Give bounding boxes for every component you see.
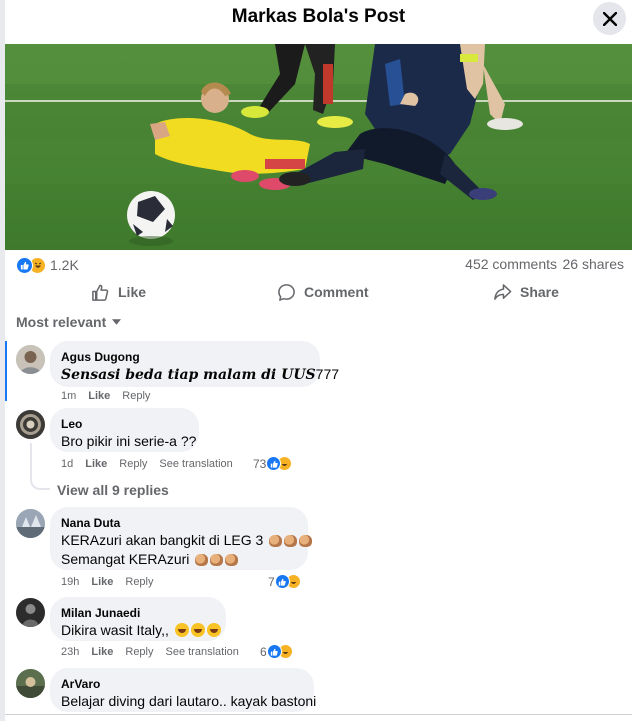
share-arrow-icon: [494, 283, 512, 300]
praying-hands-emoji: [210, 554, 224, 566]
reaction-count: 1.2K: [50, 257, 79, 273]
comment-reactions[interactable]: 6: [260, 644, 293, 659]
comment-text: KERAzuri akan bangkit di LEG 3: [61, 532, 264, 548]
share-label: Share: [520, 284, 559, 300]
comment-reply-button[interactable]: Reply: [122, 390, 150, 402]
comment-meta: 1d Like Reply See translation: [61, 456, 233, 472]
share-button[interactable]: Share: [493, 280, 559, 304]
new-comment-indicator: [5, 341, 7, 401]
comment-time[interactable]: 1m: [61, 390, 76, 402]
praying-hands-emoji: [269, 535, 283, 547]
comment-reply-button[interactable]: Reply: [125, 576, 153, 588]
avatar[interactable]: [16, 598, 45, 627]
rofl-emoji: [174, 623, 189, 637]
praying-hands-emoji: [284, 535, 298, 547]
comment-bubble: Leo Bro pikir ini serie-a ??: [50, 408, 199, 452]
post-video[interactable]: [5, 44, 632, 250]
comment-text-line-1: KERAzuri akan bangkit di LEG 3: [61, 531, 313, 550]
avatar[interactable]: [16, 345, 45, 374]
close-button[interactable]: [593, 2, 626, 35]
comment-like-button[interactable]: Like: [91, 576, 113, 588]
post-modal: Markas Bola's Post 1.2K 452 comments 26 …: [0, 0, 632, 721]
praying-hands-emoji: [195, 554, 209, 566]
view-replies-link[interactable]: View all 9 replies: [57, 482, 169, 498]
like-reaction-icon: [274, 574, 290, 589]
comment-text: Dikira wasit Italy,,: [61, 622, 169, 638]
comment-bubble: Milan Junaedi Dikira wasit Italy,,: [50, 597, 226, 641]
comment-author[interactable]: Agus Dugong: [61, 349, 308, 365]
comment-bubble: Nana Duta KERAzuri akan bangkit di LEG 3…: [50, 507, 313, 570]
comment-author[interactable]: Leo: [61, 416, 187, 432]
composer-divider: [5, 714, 632, 715]
like-reaction-icon: [16, 256, 33, 274]
see-translation-link[interactable]: See translation: [166, 646, 239, 658]
comment-author[interactable]: Milan Junaedi: [61, 605, 214, 621]
comment-reply-button[interactable]: Reply: [119, 458, 147, 470]
comment-text-line: Dikira wasit Italy,,: [61, 621, 221, 640]
post-title: Markas Bola's Post: [231, 6, 406, 27]
comment-text: Sensasi beda tiap malam di UUS777: [61, 365, 339, 385]
comment-reactions[interactable]: 7: [268, 574, 301, 589]
like-button[interactable]: Like: [91, 280, 146, 304]
comments-count-link[interactable]: 452 comments: [465, 256, 557, 272]
thread-line: [30, 443, 32, 478]
like-label: Like: [118, 284, 147, 300]
comment-time[interactable]: 1d: [61, 458, 73, 470]
comment-sort-dropdown[interactable]: Most relevant: [16, 314, 122, 330]
comment-bubble: ArVaro Belajar diving dari lautaro.. kay…: [50, 668, 317, 712]
see-translation-link[interactable]: See translation: [159, 458, 232, 470]
thumbs-up-icon: [92, 284, 109, 301]
comment-like-button[interactable]: Like: [88, 390, 110, 402]
comment-reaction-count: 6: [260, 644, 267, 659]
comment-reaction-count: 73: [253, 456, 267, 471]
avatar[interactable]: [16, 669, 45, 698]
comment-text-styled: Sensasi beda tiap malam di UUS: [61, 367, 316, 383]
thread-connector: [30, 478, 50, 490]
sort-label: Most relevant: [16, 314, 107, 330]
post-actions: Like Comment Share: [5, 280, 632, 304]
comment-meta: 23h Like Reply See translation: [61, 644, 239, 660]
comment-like-button[interactable]: Like: [85, 458, 107, 470]
comment-like-button[interactable]: Like: [91, 646, 113, 658]
rofl-emoji: [190, 623, 205, 637]
comment-text-line-2: Semangat KERAzuri: [61, 550, 296, 569]
comment-text: Semangat KERAzuri: [61, 551, 190, 567]
comment-reactions[interactable]: 73: [253, 456, 293, 471]
comment-text-number: 777: [315, 366, 340, 382]
reaction-summary[interactable]: 1.2K: [16, 256, 79, 274]
comment-reply-button[interactable]: Reply: [125, 646, 153, 658]
comment-author[interactable]: ArVaro: [61, 676, 302, 692]
comment-meta: 1m Like Reply: [61, 388, 150, 404]
comment-meta: 19h Like Reply: [61, 574, 154, 590]
comment-time[interactable]: 19h: [61, 576, 79, 588]
caret-down-icon: [112, 319, 122, 325]
close-icon: [602, 11, 617, 26]
speech-bubble-icon: [278, 283, 295, 301]
comment-time[interactable]: 23h: [61, 646, 79, 658]
comment-bubble: Agus Dugong Sensasi beda tiap malam di U…: [50, 341, 339, 387]
shares-count-link[interactable]: 26 shares: [563, 256, 624, 272]
comment-reaction-count: 7: [268, 574, 275, 589]
comment-label: Comment: [304, 284, 369, 300]
praying-hands-emoji: [299, 535, 313, 547]
post-stats: 1.2K 452 comments 26 shares: [16, 256, 626, 276]
like-reaction-icon: [266, 644, 282, 659]
rofl-emoji: [206, 623, 221, 637]
praying-hands-emoji: [225, 554, 239, 566]
comment-text: Belajar diving dari lautaro.. kayak bast…: [61, 693, 317, 709]
comment-author[interactable]: Nana Duta: [61, 515, 296, 531]
comment-button[interactable]: Comment: [277, 280, 369, 304]
comment-text: Bro pikir ini serie-a ??: [61, 433, 197, 449]
avatar[interactable]: [16, 509, 45, 538]
modal-header: Markas Bola's Post: [5, 0, 632, 44]
football-scene-image: [5, 44, 632, 250]
avatar[interactable]: [16, 410, 45, 439]
